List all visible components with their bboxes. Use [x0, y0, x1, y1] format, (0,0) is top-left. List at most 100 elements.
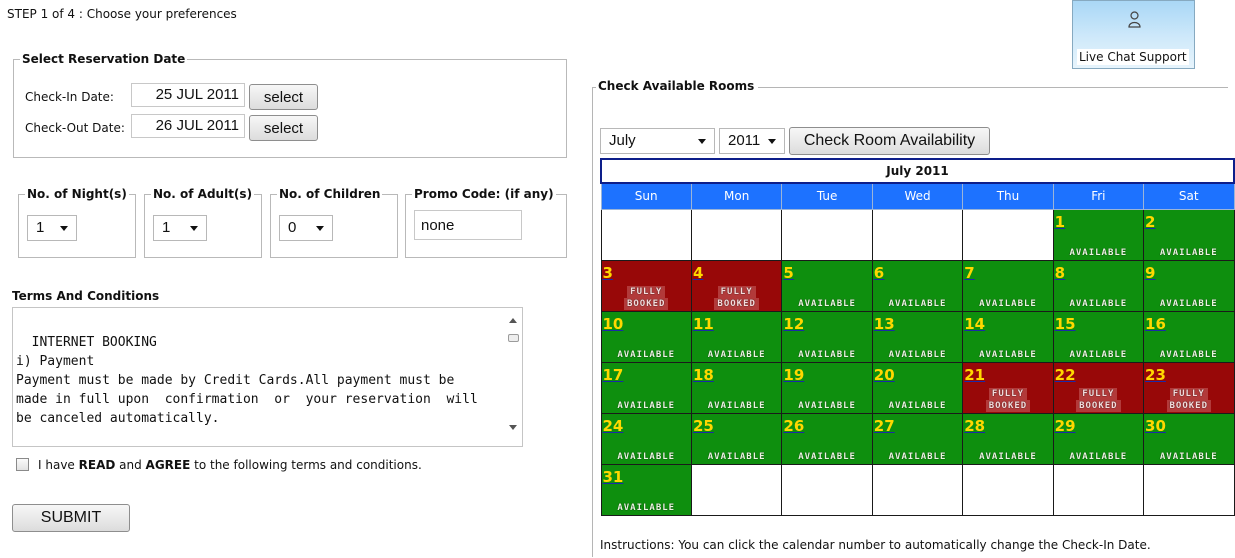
calendar-day-available[interactable]: 27 AVAILABLE — [871, 412, 964, 465]
check-availability-button[interactable]: Check Room Availability — [789, 127, 990, 155]
month-select[interactable]: July — [600, 128, 715, 154]
promo-code-input[interactable]: none — [414, 210, 522, 240]
day-number-link[interactable]: 12 — [783, 315, 804, 333]
calendar-week: 24 AVAILABLE 25 AVAILABLE 26 AVAILABLE 27 AVAIL… — [600, 412, 1235, 465]
calendar-day-available[interactable]: 10 AVAILABLE — [600, 310, 692, 363]
day-number-link[interactable]: 22 — [1055, 366, 1076, 384]
calendar-day-available[interactable]: 19 AVAILABLE — [781, 361, 873, 414]
calendar-week: 1 AVAILABLE 2 AVAILABLE — [600, 208, 1235, 261]
day-number-link[interactable]: 21 — [964, 366, 985, 384]
calendar-day-available[interactable]: 24 AVAILABLE — [600, 412, 692, 465]
checkin-date-field[interactable]: 25 JUL 2011 — [131, 83, 245, 107]
calendar-day-booked[interactable]: 4 FULLY BOOKED — [690, 259, 783, 312]
available-status: AVAILABLE — [1069, 247, 1128, 258]
calendar-day-available[interactable]: 11 AVAILABLE — [690, 310, 783, 363]
day-number-link[interactable]: 14 — [964, 315, 985, 333]
weekday-header: Tue — [781, 182, 873, 210]
checkout-date-field[interactable]: 26 JUL 2011 — [131, 114, 245, 138]
scroll-up-icon[interactable] — [509, 318, 517, 323]
calendar-day-available[interactable]: 30 AVAILABLE — [1143, 412, 1235, 465]
day-number-link[interactable]: 20 — [874, 366, 895, 384]
person-icon — [1128, 11, 1141, 28]
submit-button[interactable]: SUBMIT — [12, 504, 130, 532]
calendar-day-available[interactable]: 18 AVAILABLE — [690, 361, 783, 414]
terms-textarea[interactable]: INTERNET BOOKING i) Payment Payment must… — [12, 307, 523, 447]
adults-legend: No. of Adult(s) — [153, 187, 253, 201]
calendar-day-available[interactable]: 5 AVAILABLE — [781, 259, 873, 312]
booked-status-text: BOOKED — [714, 297, 759, 310]
calendar-day-available[interactable]: 14 AVAILABLE — [962, 310, 1054, 363]
calendar-day-available[interactable]: 31 AVAILABLE — [600, 463, 692, 516]
scroll-down-icon[interactable] — [509, 425, 517, 430]
day-number-link[interactable]: 15 — [1055, 315, 1076, 333]
calendar-day-available[interactable]: 28 AVAILABLE — [962, 412, 1054, 465]
calendar-day-available[interactable]: 29 AVAILABLE — [1052, 412, 1145, 465]
calendar-day-available[interactable]: 6 AVAILABLE — [871, 259, 964, 312]
calendar-day-booked[interactable]: 3 FULLY BOOKED — [600, 259, 692, 312]
calendar-week: 17 AVAILABLE 18 AVAILABLE 19 AVAILABLE 20 AVAIL… — [600, 361, 1235, 414]
day-number-link[interactable]: 24 — [603, 417, 624, 435]
day-number-link[interactable]: 29 — [1055, 417, 1076, 435]
day-number-link[interactable]: 30 — [1145, 417, 1166, 435]
year-select[interactable]: 2011 — [719, 128, 785, 154]
fully-status-text: FULLY — [988, 387, 1027, 400]
adults-select[interactable]: 1 — [153, 215, 207, 241]
day-number-link[interactable]: 31 — [603, 468, 624, 486]
calendar-day-available[interactable]: 16 AVAILABLE — [1143, 310, 1235, 363]
agree-checkbox[interactable] — [16, 458, 29, 471]
day-number-link[interactable]: 3 — [603, 264, 613, 282]
promo-legend: Promo Code: (if any) — [414, 187, 554, 201]
day-number-link[interactable]: 8 — [1055, 264, 1065, 282]
day-number-link[interactable]: 9 — [1145, 264, 1155, 282]
day-number-link[interactable]: 16 — [1145, 315, 1166, 333]
calendar-day-booked[interactable]: 23 FULLY BOOKED — [1143, 361, 1235, 414]
calendar-day-available[interactable]: 15 AVAILABLE — [1052, 310, 1145, 363]
day-number-link[interactable]: 19 — [783, 366, 804, 384]
day-number-link[interactable]: 2 — [1145, 213, 1155, 231]
day-number-link[interactable]: 1 — [1055, 213, 1065, 231]
day-number-link[interactable]: 23 — [1145, 366, 1166, 384]
calendar-day-available[interactable]: 20 AVAILABLE — [871, 361, 964, 414]
day-number-link[interactable]: 18 — [693, 366, 714, 384]
calendar-day-available[interactable]: 2 AVAILABLE — [1143, 208, 1235, 261]
available-status: AVAILABLE — [1159, 349, 1218, 360]
day-number-link[interactable]: 10 — [603, 315, 624, 333]
calendar-empty-cell — [962, 208, 1054, 261]
calendar-day-available[interactable]: 9 AVAILABLE — [1143, 259, 1235, 312]
checkin-select-button[interactable]: select — [249, 84, 318, 110]
day-number-link[interactable]: 11 — [693, 315, 714, 333]
calendar-day-available[interactable]: 26 AVAILABLE — [781, 412, 873, 465]
calendar-day-available[interactable]: 12 AVAILABLE — [781, 310, 873, 363]
terms-scrollbar[interactable] — [505, 308, 522, 446]
scroll-thumb[interactable] — [508, 334, 519, 342]
day-number-link[interactable]: 13 — [874, 315, 895, 333]
day-number-link[interactable]: 5 — [783, 264, 793, 282]
day-number-link[interactable]: 25 — [693, 417, 714, 435]
children-select[interactable]: 0 — [279, 215, 333, 241]
calendar-day-available[interactable]: 1 AVAILABLE — [1052, 208, 1145, 261]
calendar-empty-cell — [781, 208, 873, 261]
day-number-link[interactable]: 7 — [964, 264, 974, 282]
nights-select[interactable]: 1 — [27, 215, 77, 241]
available-status: AVAILABLE — [1069, 451, 1128, 462]
fully-status-text: FULLY — [1079, 387, 1118, 400]
day-number-link[interactable]: 6 — [874, 264, 884, 282]
available-status: AVAILABLE — [798, 298, 856, 309]
day-number-link[interactable]: 27 — [874, 417, 895, 435]
live-chat-button[interactable]: Live Chat Support — [1072, 0, 1195, 69]
day-number-link[interactable]: 26 — [783, 417, 804, 435]
calendar-day-available[interactable]: 13 AVAILABLE — [871, 310, 964, 363]
checkout-select-button[interactable]: select — [249, 115, 318, 141]
day-number-link[interactable]: 28 — [964, 417, 985, 435]
calendar-day-booked[interactable]: 22 FULLY BOOKED — [1052, 361, 1145, 414]
adults-value: 1 — [162, 219, 171, 236]
calendar-day-available[interactable]: 17 AVAILABLE — [600, 361, 692, 414]
calendar-day-available[interactable]: 25 AVAILABLE — [690, 412, 783, 465]
day-number-link[interactable]: 4 — [693, 264, 703, 282]
year-value: 2011 — [728, 132, 761, 149]
day-number-link[interactable]: 17 — [603, 366, 624, 384]
calendar-day-available[interactable]: 8 AVAILABLE — [1052, 259, 1145, 312]
calendar-day-booked[interactable]: 21 FULLY BOOKED — [962, 361, 1054, 414]
calendar-empty-cell — [962, 463, 1054, 516]
calendar-day-available[interactable]: 7 AVAILABLE — [962, 259, 1054, 312]
